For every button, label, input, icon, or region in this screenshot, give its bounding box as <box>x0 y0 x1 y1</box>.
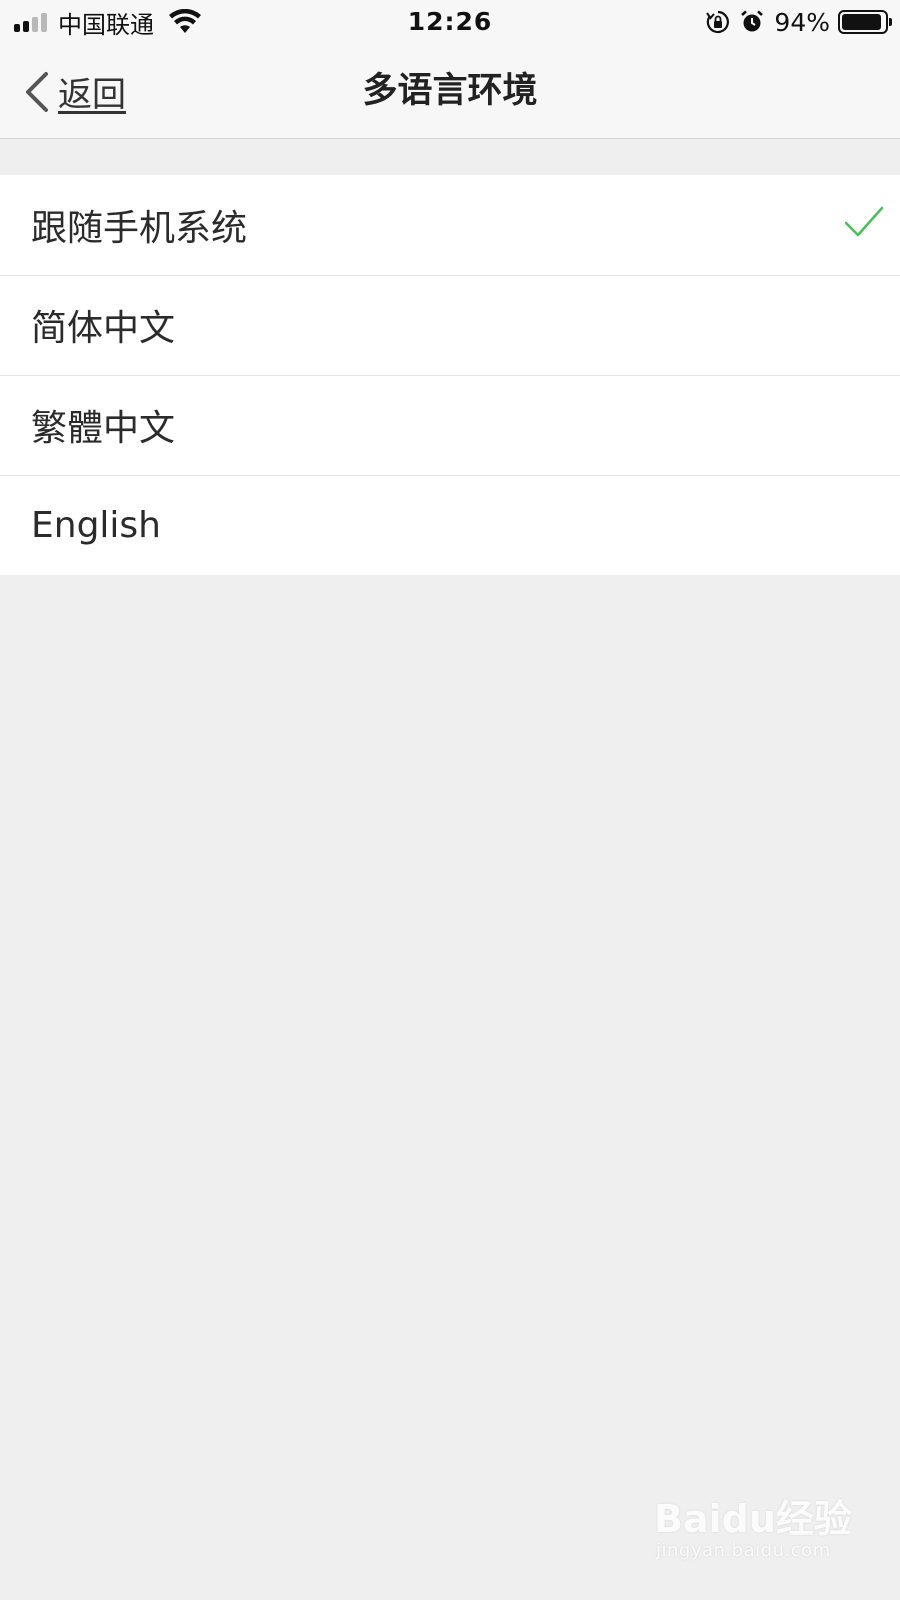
watermark-brand: Baidu经验 <box>654 1497 852 1541</box>
navigation-bar: 返回 多语言环境 <box>0 44 900 139</box>
rotation-lock-icon <box>706 10 730 34</box>
alarm-icon <box>741 10 764 32</box>
checkmark-icon <box>844 206 884 237</box>
language-list: 跟随手机系统 简体中文 繁體中文 English <box>0 175 900 575</box>
battery-icon <box>838 10 892 34</box>
page-title: 多语言环境 <box>362 71 538 111</box>
battery-percent: 94% <box>774 7 830 37</box>
status-bar: 中国联通 12:26 94% <box>0 0 900 44</box>
language-label: English <box>31 504 161 546</box>
watermark-url: jingyan.baidu.com <box>656 1540 831 1561</box>
language-option-english[interactable]: English <box>0 475 900 575</box>
language-label: 跟随手机系统 <box>31 208 248 249</box>
language-option-simplified-chinese[interactable]: 简体中文 <box>0 275 900 375</box>
language-label: 简体中文 <box>31 308 176 349</box>
battery-fill <box>842 14 882 30</box>
baidu-watermark: Baidu经验 jingyan.baidu.com <box>654 1478 854 1578</box>
status-right: 94% <box>706 0 892 44</box>
language-label: 繁體中文 <box>31 408 176 449</box>
language-option-follow-system[interactable]: 跟随手机系统 <box>0 175 900 275</box>
language-option-traditional-chinese[interactable]: 繁體中文 <box>0 375 900 475</box>
